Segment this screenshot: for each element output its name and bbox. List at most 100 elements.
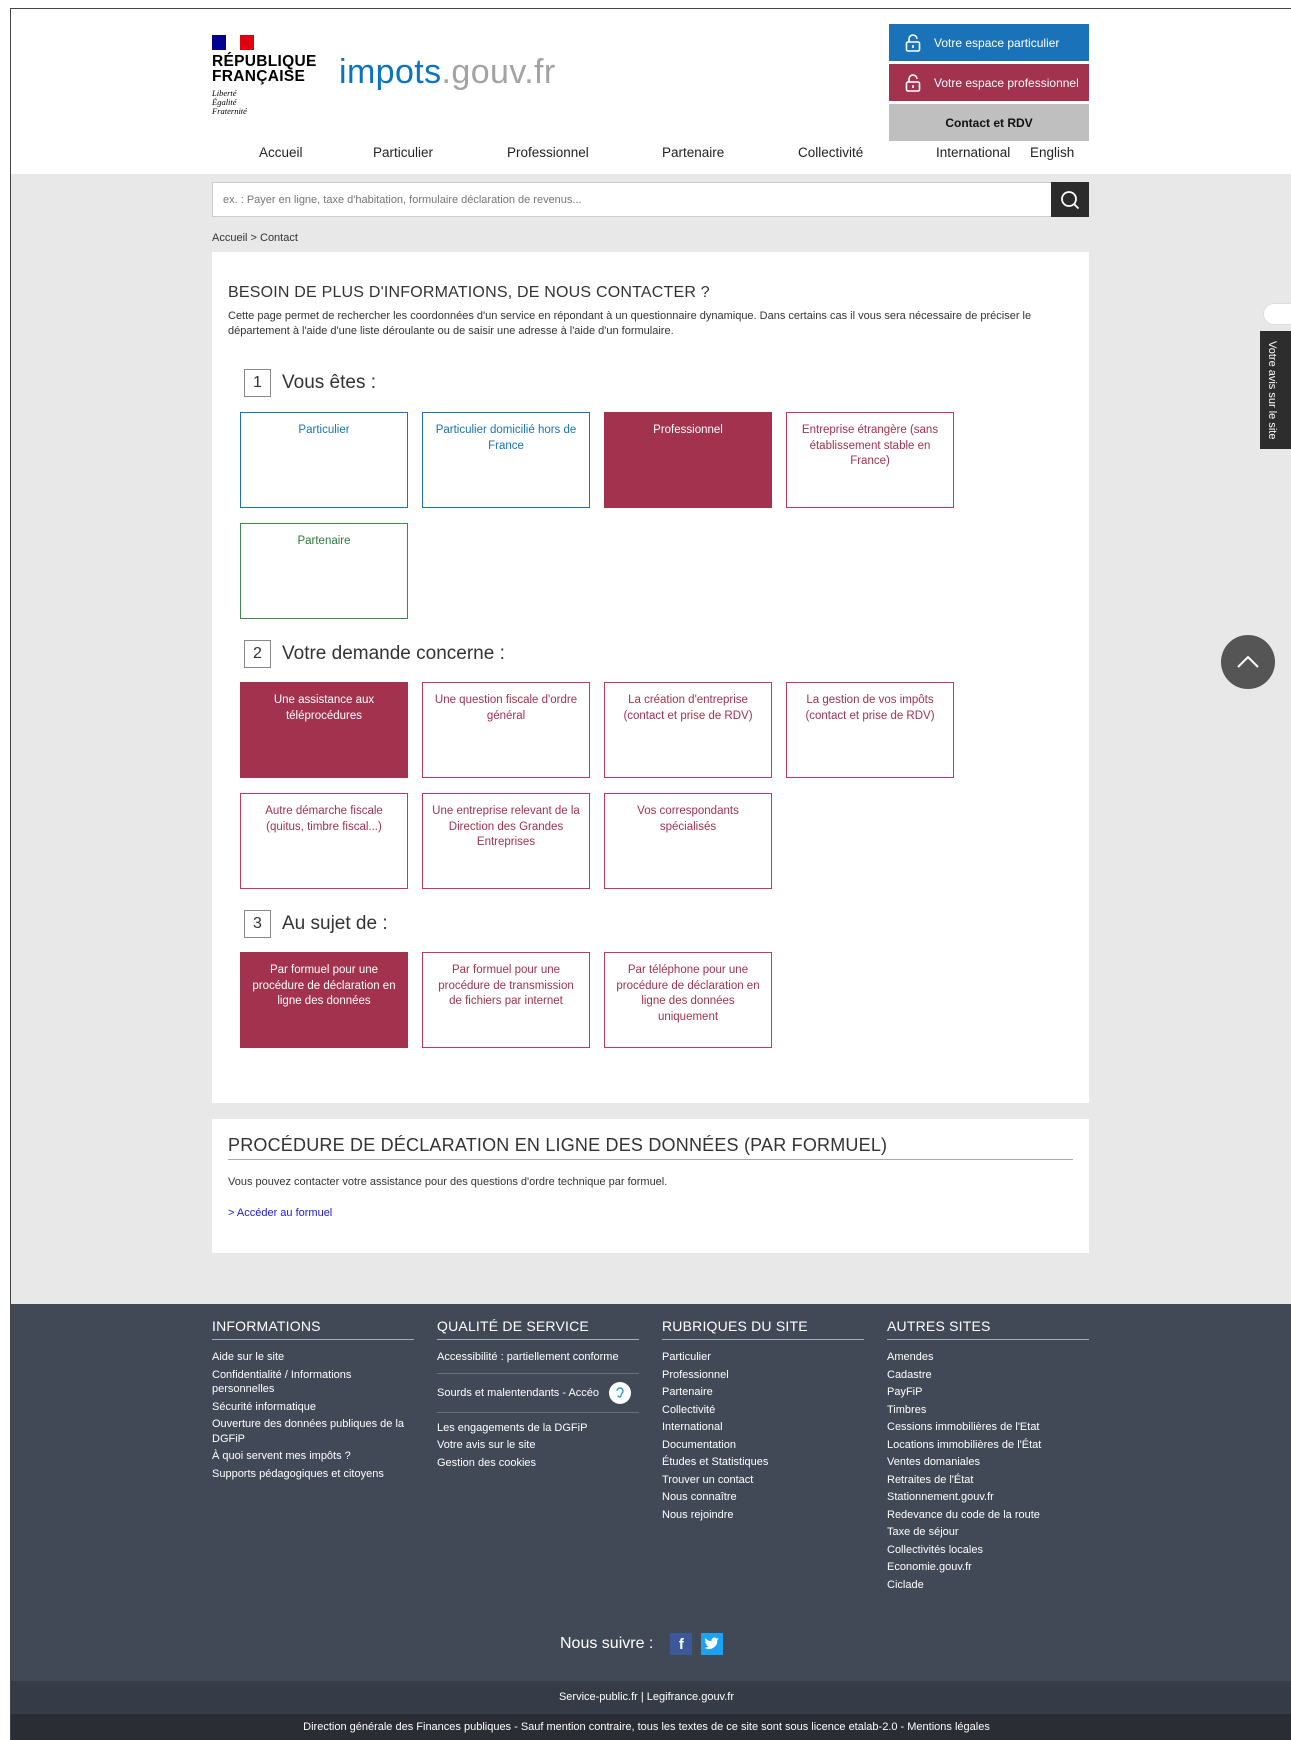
footer-link[interactable]: À quoi servent mes impôts ?: [212, 1449, 414, 1464]
nav-english[interactable]: English: [1030, 145, 1074, 160]
footer-link[interactable]: Locations immobilières de l'État: [887, 1438, 1089, 1453]
footer-link[interactable]: Partenaire: [662, 1385, 864, 1400]
step-1: 1 Vous êtes :: [244, 369, 376, 397]
search-bar: [212, 182, 1089, 217]
scroll-to-top-button[interactable]: [1221, 635, 1275, 689]
footer-link[interactable]: Cessions immobilières de l'Etat: [887, 1420, 1089, 1435]
footer-link[interactable]: Nous rejoindre: [662, 1508, 864, 1523]
result-text: Vous pouvez contacter votre assistance p…: [228, 1176, 668, 1188]
footer-link[interactable]: Supports pédagogiques et citoyens: [212, 1467, 414, 1482]
option-creation-entreprise[interactable]: La création d'entreprise (contact et pri…: [604, 682, 772, 778]
footer-link[interactable]: Les engagements de la DGFiP: [437, 1421, 639, 1436]
footer-link[interactable]: Ouverture des données publiques de la DG…: [212, 1417, 414, 1446]
rf-motto-3: Fraternité: [212, 106, 247, 116]
footer-link[interactable]: Professionnel: [662, 1368, 864, 1383]
feedback-tab-label: Votre avis sur le site: [1266, 341, 1278, 440]
nav-partenaire[interactable]: Partenaire: [662, 145, 724, 160]
option-autre-demarche[interactable]: Autre démarche fiscale (quitus, timbre f…: [240, 793, 408, 889]
footer-link[interactable]: Nous connaître: [662, 1490, 864, 1505]
footer-link[interactable]: PayFiP: [887, 1385, 1089, 1400]
espace-particulier-label: Votre espace particulier: [934, 35, 1060, 50]
search-icon: [1061, 190, 1080, 209]
option-gestion-impots[interactable]: La gestion de vos impôts (contact et pri…: [786, 682, 954, 778]
footer-link[interactable]: Economie.gouv.fr: [887, 1560, 1089, 1575]
follow-label: Nous suivre :: [560, 1635, 654, 1652]
footer-col-rubriques: RUBRIQUES DU SITE Particulier Profession…: [662, 1318, 864, 1525]
footer-legal[interactable]: Direction générale des Finances publique…: [11, 1714, 1291, 1740]
breadcrumb[interactable]: Accueil > Contact: [212, 232, 298, 244]
site-logo[interactable]: impots.gouv.fr: [339, 53, 556, 92]
footer-link[interactable]: Études et Statistiques: [662, 1455, 864, 1470]
footer-link[interactable]: Trouver un contact: [662, 1473, 864, 1488]
result-title: PROCÉDURE DE DÉCLARATION EN LIGNE DES DO…: [228, 1135, 888, 1155]
footer-link[interactable]: Timbres: [887, 1403, 1089, 1418]
footer-link[interactable]: Sécurité informatique: [212, 1400, 414, 1415]
footer-col-title: QUALITÉ DE SERVICE: [437, 1318, 639, 1340]
option-particulier-hors-france[interactable]: Particulier domicilié hors de France: [422, 412, 590, 508]
footer-link[interactable]: Particulier: [662, 1350, 864, 1365]
footer-link[interactable]: Accessibilité : partiellement conforme: [437, 1350, 639, 1374]
espace-particulier-button[interactable]: Votre espace particulier: [889, 24, 1089, 61]
footer-links-line[interactable]: Service-public.fr | Legifrance.gouv.fr: [11, 1681, 1291, 1714]
header: RÉPUBLIQUE FRANÇAISE Liberté Égalité Fra…: [11, 9, 1291, 173]
search-input[interactable]: [213, 183, 1051, 216]
footer-link[interactable]: Taxe de séjour: [887, 1525, 1089, 1540]
nav-professionnel[interactable]: Professionnel: [507, 145, 589, 160]
nav-particulier[interactable]: Particulier: [373, 145, 433, 160]
step-2: 2 Votre demande concerne :: [244, 640, 505, 668]
footer-link[interactable]: Amendes: [887, 1350, 1089, 1365]
option-formuel-transmission[interactable]: Par formuel pour une procédure de transm…: [422, 952, 590, 1048]
footer-link[interactable]: Votre avis sur le site: [437, 1438, 639, 1453]
nav-accueil[interactable]: Accueil: [259, 145, 303, 160]
footer-link[interactable]: Redevance du code de la route: [887, 1508, 1089, 1523]
footer-col-autres-sites: AUTRES SITES Amendes Cadastre PayFiP Tim…: [887, 1318, 1089, 1595]
footer-link-acceo[interactable]: Sourds et malentendants - Accéo: [437, 1381, 639, 1413]
footer-link[interactable]: Documentation: [662, 1438, 864, 1453]
nav-international[interactable]: International: [936, 145, 1010, 160]
option-particulier[interactable]: Particulier: [240, 412, 408, 508]
footer-link[interactable]: International: [662, 1420, 864, 1435]
french-flag-icon: [212, 35, 254, 50]
footer-link[interactable]: Collectivités locales: [887, 1543, 1089, 1558]
step-label: Votre demande concerne :: [282, 643, 505, 664]
rf-line1: RÉPUBLIQUE: [212, 53, 317, 70]
option-formuel-declaration[interactable]: Par formuel pour une procédure de déclar…: [240, 952, 408, 1048]
option-grandes-entreprises[interactable]: Une entreprise relevant de la Direction …: [422, 793, 590, 889]
footer-link[interactable]: Ciclade: [887, 1578, 1089, 1593]
option-correspondants[interactable]: Vos correspondants spécialisés: [604, 793, 772, 889]
feedback-tab[interactable]: Votre avis sur le site: [1260, 331, 1291, 449]
footer-link[interactable]: Gestion des cookies: [437, 1456, 639, 1471]
step-label: Vous êtes :: [282, 372, 377, 393]
option-professionnel[interactable]: Professionnel: [604, 412, 772, 508]
speech-bubble-icon: [1263, 303, 1291, 325]
option-question-fiscale[interactable]: Une question fiscale d'ordre général: [422, 682, 590, 778]
facebook-icon[interactable]: f: [670, 1633, 693, 1655]
ear-icon: [609, 1381, 632, 1404]
option-entreprise-etrangere[interactable]: Entreprise étrangère (sans établissement…: [786, 412, 954, 508]
republique-francaise-logo[interactable]: RÉPUBLIQUE FRANÇAISE Liberté Égalité Fra…: [212, 35, 322, 116]
espace-professionnel-button[interactable]: Votre espace professionnel: [889, 64, 1089, 101]
option-telephone-declaration[interactable]: Par téléphone pour une procédure de décl…: [604, 952, 772, 1048]
divider: [228, 1159, 1073, 1160]
formuel-link[interactable]: > Accéder au formuel: [228, 1207, 332, 1219]
footer-link[interactable]: Stationnement.gouv.fr: [887, 1490, 1089, 1505]
footer-link[interactable]: Aide sur le site: [212, 1350, 414, 1365]
footer-link[interactable]: Retraites de l'État: [887, 1473, 1089, 1488]
page-intro: Cette page permet de rechercher les coor…: [228, 310, 1032, 337]
acceo-label: Sourds et malentendants - Accéo: [437, 1386, 600, 1399]
footer-col-title: AUTRES SITES: [887, 1318, 1089, 1340]
footer: INFORMATIONS Aide sur le site Confidenti…: [11, 1304, 1291, 1681]
contact-rdv-button[interactable]: Contact et RDV: [889, 104, 1089, 141]
footer-link[interactable]: Collectivité: [662, 1403, 864, 1418]
twitter-icon[interactable]: [701, 1633, 724, 1655]
step-number: 3: [244, 910, 271, 938]
option-partenaire[interactable]: Partenaire: [240, 523, 408, 619]
step-number: 1: [244, 369, 271, 397]
footer-link[interactable]: Cadastre: [887, 1368, 1089, 1383]
footer-link[interactable]: Ventes domaniales: [887, 1455, 1089, 1470]
search-button[interactable]: [1051, 182, 1089, 217]
option-assistance-teleprocedures[interactable]: Une assistance aux téléprocédures: [240, 682, 408, 778]
footer-link[interactable]: Confidentialité / Informations personnel…: [212, 1368, 414, 1397]
footer-col-title: RUBRIQUES DU SITE: [662, 1318, 864, 1340]
nav-collectivite[interactable]: Collectivité: [798, 145, 863, 160]
